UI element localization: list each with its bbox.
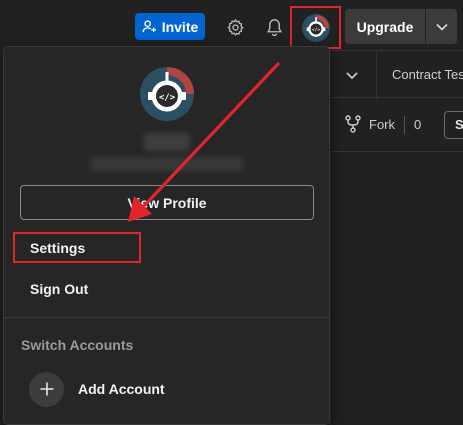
fork-separator	[404, 116, 405, 134]
sign-out-menu-item[interactable]: Sign Out	[13, 273, 141, 304]
workspace-divider	[330, 152, 331, 425]
switch-accounts-title: Switch Accounts	[21, 337, 134, 353]
upgrade-dropdown-button[interactable]	[426, 9, 457, 44]
fork-count: 0	[414, 117, 422, 132]
settings-gear-button[interactable]	[220, 12, 250, 42]
avatar-icon: </>	[301, 13, 330, 42]
add-user-icon	[142, 20, 156, 33]
plus-icon	[29, 371, 64, 407]
notifications-button[interactable]	[259, 12, 289, 42]
workspace-toolbar: Fork 0 S	[330, 98, 463, 152]
user-name-redacted	[144, 133, 190, 151]
profile-menu: </> View Profile Settings Sign Out Switc…	[3, 46, 330, 425]
tab-contract-tests[interactable]: Contract Tes	[392, 67, 463, 82]
menu-divider	[4, 317, 329, 318]
user-email-redacted	[90, 157, 244, 171]
chevron-down-icon	[435, 23, 448, 31]
invite-label: Invite	[161, 18, 199, 35]
view-profile-button[interactable]: View Profile	[20, 185, 314, 220]
tab-divider	[376, 51, 377, 99]
upgrade-button[interactable]: Upgrade	[345, 9, 426, 44]
gear-icon	[226, 18, 244, 36]
add-account-label: Add Account	[78, 381, 165, 397]
avatar-button[interactable]: </>	[290, 6, 341, 49]
top-bar: Invite </> Upgrade	[0, 0, 463, 50]
fork-button[interactable]: Fork	[369, 117, 395, 132]
upgrade-group: Upgrade	[345, 9, 457, 44]
invite-button[interactable]: Invite	[135, 13, 205, 40]
avatar: </>	[140, 67, 194, 121]
add-account-button[interactable]: Add Account	[29, 371, 229, 407]
svg-text:</>: </>	[159, 93, 176, 103]
settings-menu-item[interactable]: Settings	[13, 232, 141, 263]
share-button[interactable]: S	[444, 111, 463, 139]
fork-icon	[345, 115, 361, 133]
chevron-down-icon[interactable]	[344, 67, 360, 83]
workspace-tab-bar: Contract Tes	[330, 50, 463, 99]
svg-text:</>: </>	[312, 26, 320, 32]
bell-icon	[266, 18, 282, 36]
